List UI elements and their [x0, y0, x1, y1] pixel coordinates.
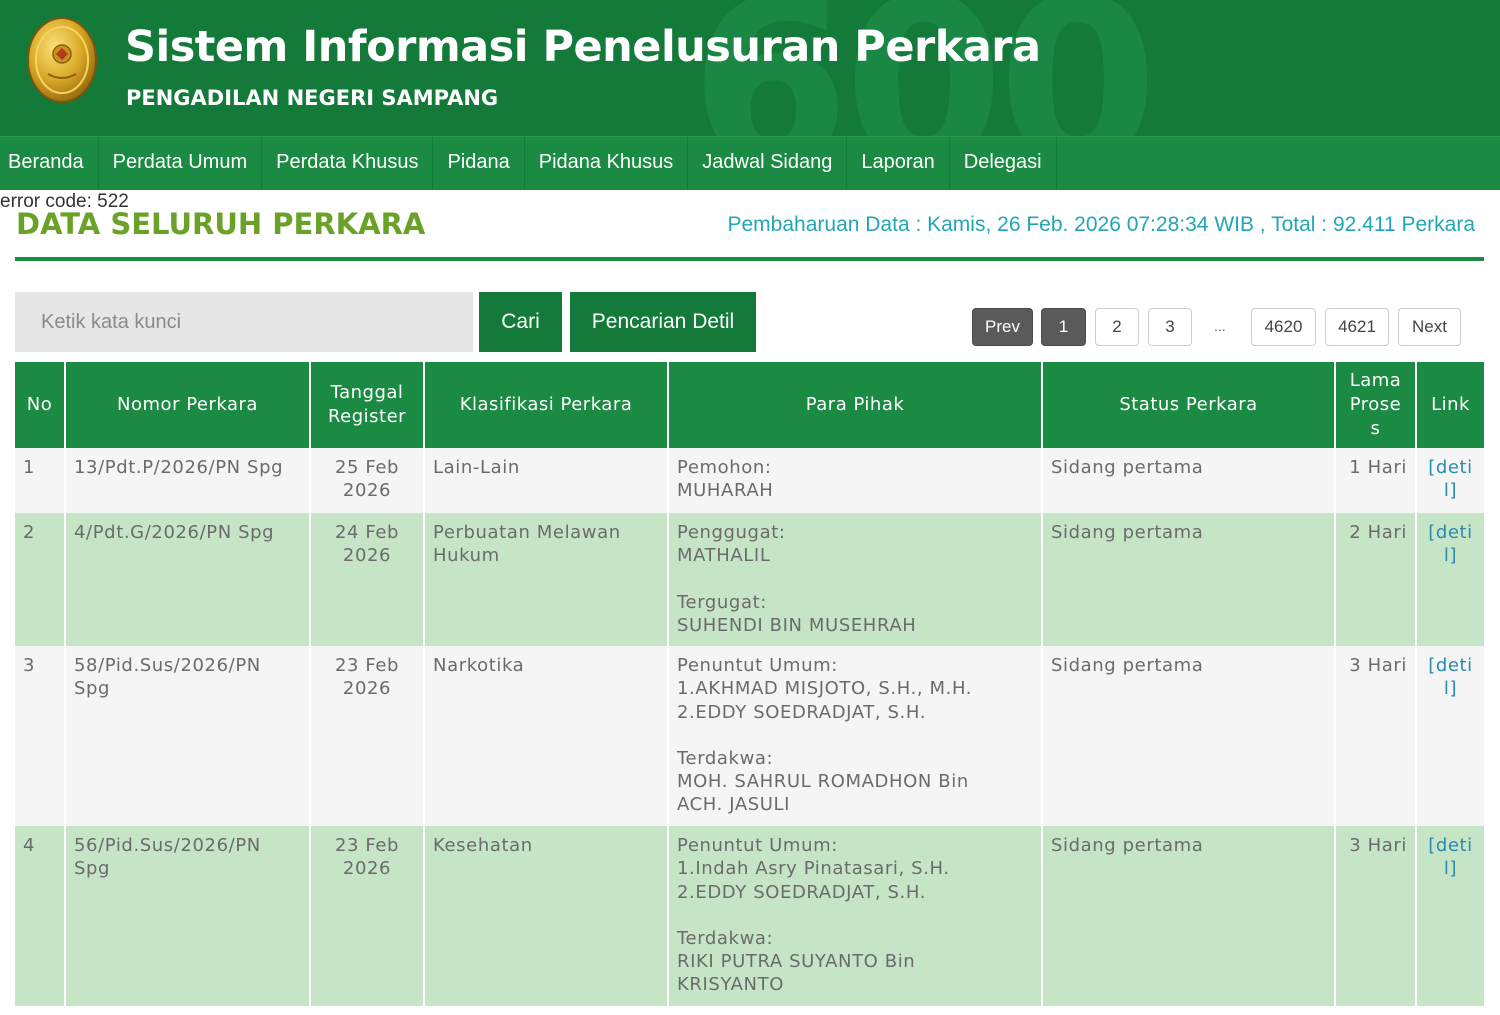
header-lama-proses: Lama Prose s — [1335, 362, 1417, 448]
header-para-pihak: Para Pihak — [668, 362, 1043, 448]
cell-tanggal: 24 Feb 2026 — [310, 513, 425, 646]
cell-para-pihak: Pemohon: MUHARAH — [668, 448, 1043, 513]
table-row: 3 58/Pid.Sus/2026/PN Spg 23 Feb 2026 Narko… — [15, 646, 1484, 826]
main-nav: Beranda Perdata Umum Perdata Khusus Pida… — [0, 136, 1500, 190]
cell-status: Sidang pertama — [1042, 448, 1336, 513]
title-divider — [15, 257, 1484, 261]
table-header-row: No Nomor Perkara Tanggal Register Klasifi… — [15, 362, 1484, 448]
cell-tanggal: 23 Feb 2026 — [310, 826, 425, 1006]
pagination-page-4621[interactable]: 4621 — [1325, 308, 1389, 346]
cell-tanggal: 23 Feb 2026 — [310, 646, 425, 826]
nav-item-beranda[interactable]: Beranda — [0, 137, 99, 189]
pagination-prev[interactable]: Prev — [972, 308, 1033, 346]
cell-klasifikasi: Kesehatan — [424, 826, 669, 1006]
cell-status: Sidang pertama — [1042, 646, 1336, 826]
cell-para-pihak: Penuntut Umum: 1.Indah Asry Pinatasari, … — [668, 826, 1043, 1006]
header-status: Status Perkara — [1042, 362, 1336, 448]
pagination-page-2[interactable]: 2 — [1095, 308, 1139, 346]
header-tanggal-register: Tanggal Register — [310, 362, 425, 448]
nav-item-pidana-khusus[interactable]: Pidana Khusus — [525, 137, 689, 189]
pagination-page-4620[interactable]: 4620 — [1251, 308, 1316, 346]
cell-lama: 3 Hari — [1335, 646, 1417, 826]
pagination-page-1[interactable]: 1 — [1041, 308, 1086, 346]
header-nomor-perkara: Nomor Perkara — [65, 362, 311, 448]
cell-status: Sidang pertama — [1042, 826, 1336, 1006]
cell-nomor-perkara: 13/Pdt.P/2026/PN Spg — [65, 448, 311, 513]
site-subtitle: PENGADILAN NEGERI SAMPANG — [126, 86, 499, 110]
detail-search-button[interactable]: Pencarian Detil — [570, 292, 756, 352]
nav-item-delegasi[interactable]: Delegasi — [950, 137, 1057, 189]
pagination-page-3[interactable]: 3 — [1148, 308, 1192, 346]
header-no: No — [15, 362, 66, 448]
header-link: Link — [1416, 362, 1484, 448]
cell-tanggal: 25 Feb 2026 — [310, 448, 425, 513]
search-input[interactable] — [15, 292, 473, 352]
cases-table: No Nomor Perkara Tanggal Register Klasifi… — [15, 362, 1484, 1006]
nav-item-pidana[interactable]: Pidana — [433, 137, 525, 189]
cell-nomor-perkara: 58/Pid.Sus/2026/PN Spg — [65, 646, 311, 826]
detail-link[interactable]: [deti l] — [1416, 826, 1484, 1006]
cell-para-pihak: Penuntut Umum: 1.AKHMAD MISJOTO, S.H., M… — [668, 646, 1043, 826]
nav-item-perdata-umum[interactable]: Perdata Umum — [99, 137, 263, 189]
pagination-ellipsis: ... — [1214, 318, 1226, 334]
cell-para-pihak: Penggugat: MATHALIL Tergugat: SUHENDI BI… — [668, 513, 1043, 646]
search-button[interactable]: Cari — [479, 292, 562, 352]
cell-klasifikasi: Lain-Lain — [424, 448, 669, 513]
cell-klasifikasi: Perbuatan Melawan Hukum — [424, 513, 669, 646]
nav-item-jadwal-sidang[interactable]: Jadwal Sidang — [688, 137, 848, 189]
detail-link[interactable]: [deti l] — [1416, 513, 1484, 646]
table-row: 2 4/Pdt.G/2026/PN Spg 24 Feb 2026 Perbuat… — [15, 513, 1484, 646]
cell-status: Sidang pertama — [1042, 513, 1336, 646]
detail-link[interactable]: [deti l] — [1416, 646, 1484, 826]
table-row: 4 56/Pid.Sus/2026/PN Spg 23 Feb 2026 Keseh… — [15, 826, 1484, 1006]
pagination-next[interactable]: Next — [1398, 308, 1461, 346]
cell-no: 2 — [15, 513, 66, 646]
cell-nomor-perkara: 4/Pdt.G/2026/PN Spg — [65, 513, 311, 646]
table-row: 1 13/Pdt.P/2026/PN Spg 25 Feb 2026 Lain-L… — [15, 448, 1484, 513]
cell-klasifikasi: Narkotika — [424, 646, 669, 826]
cell-lama: 3 Hari — [1335, 826, 1417, 1006]
header-klasifikasi: Klasifikasi Perkara — [424, 362, 669, 448]
update-info: Pembaharuan Data : Kamis, 26 Feb. 2026 0… — [727, 213, 1476, 236]
nav-item-laporan[interactable]: Laporan — [847, 137, 950, 189]
cell-nomor-perkara: 56/Pid.Sus/2026/PN Spg — [65, 826, 311, 1006]
site-title: Sistem Informasi Penelusuran Perkara — [125, 22, 1041, 72]
nav-item-perdata-khusus[interactable]: Perdata Khusus — [262, 137, 434, 189]
cell-no: 3 — [15, 646, 66, 826]
site-header: 600 Sistem Informasi Penelusuran Perkara… — [0, 0, 1500, 136]
court-emblem-icon — [27, 17, 97, 103]
cell-no: 1 — [15, 448, 66, 513]
cell-lama: 2 Hari — [1335, 513, 1417, 646]
page-title: DATA SELURUH PERKARA — [16, 207, 426, 241]
cell-no: 4 — [15, 826, 66, 1006]
detail-link[interactable]: [deti l] — [1416, 448, 1484, 513]
cell-lama: 1 Hari — [1335, 448, 1417, 513]
